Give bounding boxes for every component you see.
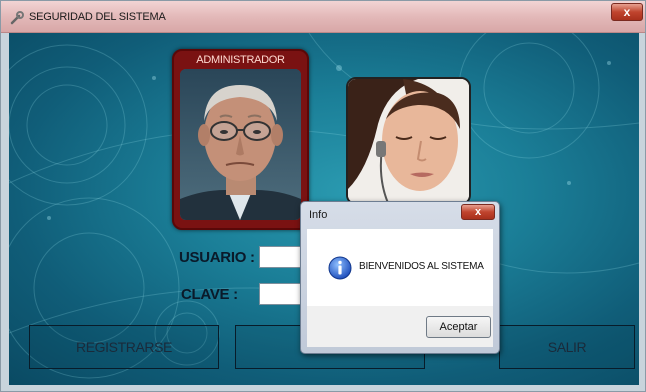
info-dialog: Info x BIENVENIDOS AL SISTEMA Aceptar bbox=[300, 201, 500, 354]
admin-photo bbox=[180, 69, 301, 220]
dialog-title: Info bbox=[309, 209, 328, 221]
salir-button[interactable]: SALIR bbox=[499, 325, 635, 369]
user-photo bbox=[348, 79, 469, 203]
dialog-message: BIENVENIDOS AL SISTEMA bbox=[359, 261, 484, 272]
wrench-icon bbox=[10, 11, 24, 25]
accept-button[interactable]: Aceptar bbox=[426, 316, 491, 338]
dialog-close-button[interactable]: x bbox=[461, 204, 495, 220]
dialog-footer: Aceptar bbox=[307, 306, 493, 347]
usuario-label: USUARIO : bbox=[179, 249, 255, 266]
admin-profile-card[interactable]: ADMINISTRADOR bbox=[172, 49, 309, 230]
dialog-body: BIENVENIDOS AL SISTEMA bbox=[307, 229, 493, 306]
info-icon bbox=[328, 256, 352, 280]
admin-label: ADMINISTRADOR bbox=[196, 54, 285, 66]
registrarse-button[interactable]: REGISTRARSE bbox=[29, 325, 219, 369]
window-title: SEGURIDAD DEL SISTEMA bbox=[29, 11, 166, 23]
main-window: SEGURIDAD DEL SISTEMA x ADMINISTRADOR US… bbox=[0, 0, 646, 392]
title-bar[interactable]: SEGURIDAD DEL SISTEMA x bbox=[1, 1, 645, 33]
close-button[interactable]: x bbox=[611, 3, 643, 21]
clave-label: CLAVE : bbox=[181, 286, 238, 303]
user-profile-card[interactable] bbox=[346, 77, 471, 205]
